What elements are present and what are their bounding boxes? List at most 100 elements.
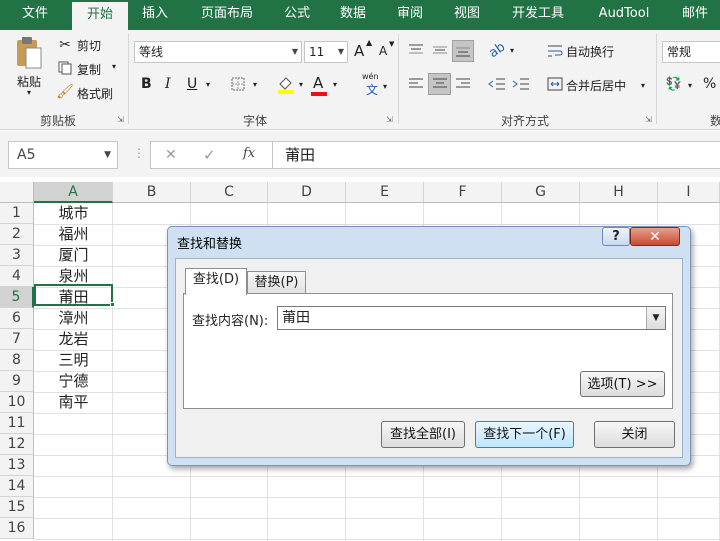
font-color-chevron-icon[interactable]: ▾ [333, 80, 337, 89]
row-header-16[interactable]: 16 [0, 518, 34, 539]
currency-chevron-icon[interactable]: ▾ [688, 81, 692, 90]
formula-input[interactable]: 莆田 [272, 141, 720, 169]
fill-chevron-icon[interactable]: ▾ [299, 80, 303, 89]
clipboard-launcher-icon[interactable]: ⇲ [117, 115, 124, 124]
tab-insert[interactable]: 插入 [132, 0, 178, 30]
fill-color-icon[interactable] [276, 74, 296, 94]
grow-font-button[interactable]: A [354, 42, 364, 60]
tab-file[interactable]: 文件 [6, 0, 64, 30]
tab-page-layout[interactable]: 页面布局 [190, 0, 264, 30]
column-header-1[interactable]: B [113, 182, 191, 203]
row-header-14[interactable]: 14 [0, 476, 34, 497]
cell-a1[interactable]: 城市 [34, 203, 113, 224]
align-left-icon[interactable] [406, 74, 426, 94]
underline-chevron-icon[interactable]: ▾ [206, 80, 210, 89]
bold-button[interactable]: B [141, 76, 152, 92]
alignment-launcher-icon[interactable]: ⇲ [645, 115, 652, 124]
column-header-0[interactable]: A [34, 182, 113, 203]
cell-a8[interactable]: 三明 [34, 350, 113, 371]
copy-icon[interactable] [56, 59, 74, 77]
close-button[interactable]: 关闭 [594, 421, 675, 448]
borders-icon[interactable] [230, 76, 246, 92]
name-box[interactable]: A5 ▼ [8, 141, 118, 169]
column-header-2[interactable]: C [191, 182, 268, 203]
column-header-3[interactable]: D [268, 182, 346, 203]
phonetic-guide-text[interactable]: wén [362, 72, 379, 81]
align-bottom-icon[interactable] [452, 40, 474, 62]
phonetic-chevron-icon[interactable]: ▾ [383, 82, 387, 91]
tab-data[interactable]: 数据 [330, 0, 376, 30]
decrease-indent-icon[interactable] [487, 74, 507, 94]
column-header-5[interactable]: F [424, 182, 502, 203]
column-header-7[interactable]: H [580, 182, 658, 203]
cut-button[interactable]: 剪切 [77, 37, 101, 54]
fill-handle[interactable] [110, 302, 115, 307]
column-header-8[interactable]: I [658, 182, 720, 203]
insert-function-button[interactable]: fx [243, 146, 255, 161]
phonetic-guide-icon[interactable]: 文 [366, 81, 378, 98]
merge-center-button[interactable]: 合并后居中 [566, 77, 626, 94]
row-header-7[interactable]: 7 [0, 329, 34, 350]
select-all-corner[interactable] [0, 182, 34, 203]
tab-review[interactable]: 审阅 [387, 0, 433, 30]
font-color-button[interactable]: A [313, 74, 323, 92]
row-header-13[interactable]: 13 [0, 455, 34, 476]
row-header-9[interactable]: 9 [0, 371, 34, 392]
underline-button[interactable]: U [187, 76, 197, 92]
row-header-1[interactable]: 1 [0, 203, 34, 224]
dialog-close-icon[interactable]: ✕ [630, 227, 680, 246]
number-format-select[interactable]: 常规 [662, 41, 720, 63]
tab-audtool[interactable]: AudTool [587, 0, 661, 30]
tab-replace[interactable]: 替换(P) [247, 271, 306, 294]
merge-center-icon[interactable] [546, 75, 564, 93]
find-history-dropdown-icon[interactable]: ▼ [646, 307, 665, 329]
paste-icon[interactable] [12, 36, 46, 70]
row-header-2[interactable]: 2 [0, 224, 34, 245]
cell-a6[interactable]: 漳州 [34, 308, 113, 329]
row-header-6[interactable]: 6 [0, 308, 34, 329]
borders-chevron-icon[interactable]: ▾ [253, 80, 257, 89]
options-button[interactable]: 选项(T) >> [580, 371, 665, 397]
cell-a7[interactable]: 龙岩 [34, 329, 113, 350]
row-header-10[interactable]: 10 [0, 392, 34, 413]
paste-chevron-icon[interactable]: ▾ [27, 88, 31, 97]
scissors-icon[interactable]: ✂ [56, 36, 74, 54]
find-all-button[interactable]: 查找全部(I) [381, 421, 465, 448]
shrink-font-button[interactable]: A [379, 44, 387, 58]
cell-a10[interactable]: 南平 [34, 392, 113, 413]
tab-find[interactable]: 查找(D) [185, 268, 247, 295]
row-header-3[interactable]: 3 [0, 245, 34, 266]
merge-chevron-icon[interactable]: ▾ [641, 81, 645, 90]
format-painter-icon[interactable]: 🖌 [56, 83, 74, 101]
wrap-text-icon[interactable] [546, 42, 564, 60]
font-name-select[interactable]: 等线 ▼ [134, 41, 302, 63]
format-painter-button[interactable]: 格式刷 [77, 85, 113, 102]
font-launcher-icon[interactable]: ⇲ [386, 115, 393, 124]
currency-icon[interactable]: 💱 [664, 75, 684, 93]
copy-button[interactable]: 复制 [77, 61, 101, 78]
cell-a9[interactable]: 宁德 [34, 371, 113, 392]
orientation-icon[interactable]: ab [484, 37, 511, 63]
column-header-4[interactable]: E [346, 182, 424, 203]
find-what-input[interactable]: 莆田 [277, 306, 666, 330]
copy-chevron-icon[interactable]: ▾ [112, 62, 116, 71]
row-header-5[interactable]: 5 [0, 287, 34, 308]
align-top-icon[interactable] [406, 41, 426, 59]
cancel-entry-button[interactable]: ✕ [165, 147, 177, 163]
tab-mailings[interactable]: 邮件 [672, 0, 718, 30]
italic-button[interactable]: I [165, 76, 171, 92]
tab-developer[interactable]: 开发工具 [500, 0, 576, 30]
cell-a2[interactable]: 福州 [34, 224, 113, 245]
tab-view[interactable]: 视图 [444, 0, 490, 30]
align-middle-icon[interactable] [430, 41, 450, 59]
increase-indent-icon[interactable] [511, 74, 531, 94]
tab-formulas[interactable]: 公式 [274, 0, 320, 30]
row-header-15[interactable]: 15 [0, 497, 34, 518]
align-right-icon[interactable] [453, 74, 473, 94]
cell-a3[interactable]: 厦门 [34, 245, 113, 266]
align-center-icon[interactable] [428, 73, 451, 95]
row-header-11[interactable]: 11 [0, 413, 34, 434]
row-header-12[interactable]: 12 [0, 434, 34, 455]
row-header-4[interactable]: 4 [0, 266, 34, 287]
row-header-8[interactable]: 8 [0, 350, 34, 371]
